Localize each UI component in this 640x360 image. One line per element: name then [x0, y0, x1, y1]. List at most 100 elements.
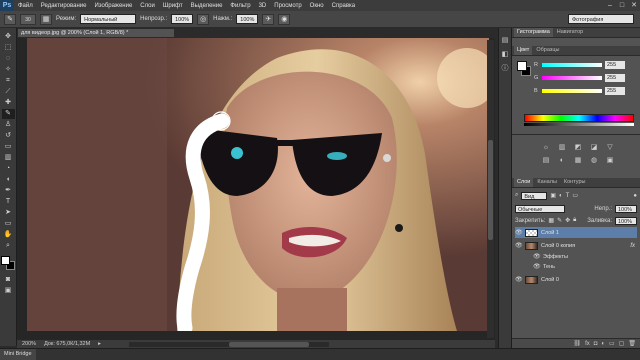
eyedropper-tool-icon[interactable]: ⟋ [2, 87, 15, 97]
menu-image[interactable]: Изображение [90, 3, 136, 9]
history-brush-tool-icon[interactable]: ↺ [2, 131, 15, 141]
hue-saturation-adjustment-icon[interactable]: ▤ [540, 156, 552, 166]
new-adjustment-icon[interactable]: ◐ [601, 341, 605, 347]
slider-red-track[interactable] [542, 63, 602, 67]
horizontal-scrollbar[interactable] [128, 341, 329, 347]
filter-toggle-icon[interactable]: ● [633, 193, 637, 199]
document-info[interactable]: Док: 675,0К/1,32М [44, 341, 90, 347]
flow-input[interactable]: 100% [236, 14, 259, 24]
brush-size-picker[interactable]: 30 [20, 13, 36, 25]
layer-row[interactable]: 👁︎ Слой 0 копия fx [515, 240, 637, 251]
blend-mode-select[interactable]: Обычные [515, 204, 565, 213]
tab-swatches[interactable]: Образцы [533, 46, 562, 55]
slider-blue[interactable]: B 255 [534, 86, 636, 96]
foreground-color-swatch[interactable] [1, 256, 10, 265]
path-select-tool-icon[interactable]: ➤ [2, 208, 15, 218]
add-style-icon[interactable]: fx [585, 341, 590, 347]
gradient-tool-icon[interactable]: ▥ [2, 153, 15, 163]
quick-select-tool-icon[interactable]: ✧ [2, 65, 15, 75]
zoom-level[interactable]: 200% [22, 341, 36, 347]
levels-adjustment-icon[interactable]: ▥ [556, 143, 568, 153]
layer-opacity-input[interactable]: 100% [615, 204, 637, 213]
filter-shape-icon[interactable]: ▭ [572, 192, 578, 199]
workspace-select[interactable]: Фотография [568, 14, 634, 24]
new-layer-icon[interactable]: ▢ [619, 340, 625, 347]
close-button[interactable]: ✕ [628, 0, 640, 11]
menu-help[interactable]: Справка [328, 3, 360, 9]
pressure-size-icon[interactable]: ◉ [278, 13, 291, 25]
horizontal-scroll-thumb[interactable] [228, 341, 309, 347]
tab-navigator[interactable]: Навигатор [554, 28, 586, 37]
menu-filter[interactable]: Фильтр [226, 3, 254, 9]
zoom-tool-icon[interactable]: ⌕ [2, 241, 15, 251]
slider-green[interactable]: G 255 [534, 73, 636, 83]
brush-tool-icon[interactable]: ✎ [1, 109, 15, 119]
minimize-button[interactable]: – [604, 0, 616, 11]
layer-row[interactable]: 👁︎ Слой 0 [515, 274, 637, 285]
link-layers-icon[interactable]: ⛓ [573, 340, 581, 347]
photo-filter-adjustment-icon[interactable]: ◍ [588, 156, 600, 166]
shape-tool-icon[interactable]: ▭ [2, 219, 15, 229]
properties-panel-icon[interactable]: ◧ [500, 50, 510, 59]
visibility-eye-icon[interactable]: 👁︎ [515, 276, 523, 283]
brush-panel-toggle-icon[interactable]: ▦ [40, 13, 52, 25]
delete-layer-icon[interactable]: 🗑︎ [628, 340, 636, 347]
menu-layers[interactable]: Слои [136, 3, 159, 9]
color-swatches[interactable] [1, 256, 15, 270]
blur-tool-icon[interactable]: ◔ [2, 164, 15, 174]
stamp-tool-icon[interactable]: ♙ [2, 120, 15, 130]
eraser-tool-icon[interactable]: ▭ [2, 142, 15, 152]
pen-tool-icon[interactable]: ✒ [2, 186, 15, 196]
pressure-opacity-icon[interactable]: ◎ [197, 13, 210, 25]
vertical-scroll-thumb[interactable] [488, 140, 493, 240]
fill-input[interactable]: 100% [615, 216, 637, 225]
dodge-tool-icon[interactable]: ◖ [2, 175, 15, 185]
slider-red-value[interactable]: 255 [605, 61, 625, 69]
healing-tool-icon[interactable]: ✚ [2, 98, 15, 108]
menu-select[interactable]: Выделение [187, 3, 227, 9]
menu-3d[interactable]: 3D [255, 3, 271, 9]
visibility-eye-icon[interactable]: 👁︎ [515, 229, 523, 236]
lock-position-icon[interactable]: ✥ [565, 217, 570, 224]
tab-color[interactable]: Цвет [514, 46, 533, 55]
grayscale-ramp[interactable] [524, 123, 634, 126]
channel-mixer-adjustment-icon[interactable]: ▣ [604, 156, 616, 166]
visibility-eye-icon[interactable]: 👁︎ [533, 263, 541, 270]
move-tool-icon[interactable]: ✥ [2, 32, 15, 42]
screen-mode-icon[interactable]: ▣ [2, 286, 15, 296]
layer-effect-shadow-row[interactable]: 👁︎ Тень [515, 261, 637, 272]
lasso-tool-icon[interactable]: ◌ [2, 54, 15, 64]
exposure-adjustment-icon[interactable]: ◪ [588, 143, 600, 153]
new-group-icon[interactable]: ▭ [609, 340, 615, 347]
curves-adjustment-icon[interactable]: ◩ [572, 143, 584, 153]
mini-bridge-tab[interactable]: Mini Bridge [0, 349, 36, 360]
slider-red[interactable]: R 255 [534, 60, 636, 70]
slider-blue-value[interactable]: 255 [605, 87, 625, 95]
menu-view[interactable]: Просмотр [270, 3, 305, 9]
type-tool-icon[interactable]: T [2, 197, 15, 207]
filter-pixel-icon[interactable]: ▣ [550, 192, 556, 199]
quick-mask-icon[interactable]: ◙ [2, 275, 15, 285]
airbrush-icon[interactable]: ✈ [262, 13, 275, 25]
info-panel-icon[interactable]: ⓘ [500, 64, 510, 73]
history-panel-icon[interactable]: ▤ [500, 36, 510, 45]
brush-tool-preset-icon[interactable]: ✎ [4, 13, 16, 25]
tab-layers[interactable]: Слои [514, 178, 534, 187]
visibility-eye-icon[interactable]: 👁︎ [533, 253, 541, 260]
maximize-button[interactable]: □ [616, 0, 628, 11]
document-tab[interactable]: для видеор.jpg @ 200% (Слой 1, RGB/8) * [17, 28, 175, 38]
add-mask-icon[interactable]: ◘ [594, 341, 598, 347]
layer-effects-icon[interactable]: fx [630, 243, 637, 249]
hand-tool-icon[interactable]: ✋ [2, 230, 15, 240]
vertical-scrollbar[interactable] [487, 40, 494, 338]
mode-select[interactable]: Нормальный [80, 14, 137, 24]
layer-row[interactable]: 👁︎ Слой 1 [515, 227, 637, 238]
color-panel-foreground-swatch[interactable] [517, 61, 527, 71]
color-spectrum[interactable] [524, 114, 634, 122]
menu-file[interactable]: Файл [14, 3, 37, 9]
marquee-tool-icon[interactable]: ⬚ [2, 43, 15, 53]
tab-paths[interactable]: Контуры [561, 178, 589, 187]
slider-green-value[interactable]: 255 [605, 74, 625, 82]
filter-adjustment-icon[interactable]: ◐ [559, 193, 563, 199]
menu-edit[interactable]: Редактирование [37, 3, 91, 9]
